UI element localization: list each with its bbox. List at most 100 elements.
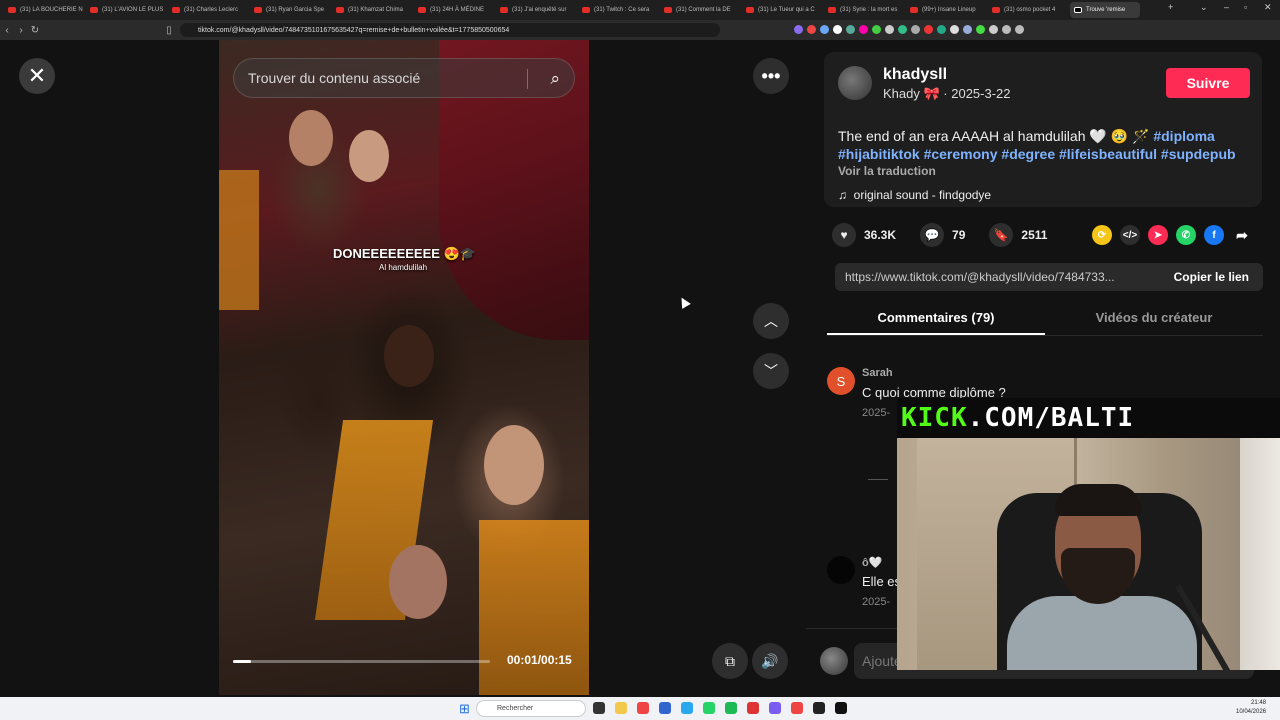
browser-tab[interactable]: (99+) Insane Lineup — [906, 2, 986, 18]
windows-start-icon[interactable]: ⊞ — [459, 701, 470, 717]
url-field[interactable]: tiktok.com/@khadysll/video/7484735101675… — [180, 23, 720, 37]
tab-list-icon[interactable]: ⌄ — [1200, 2, 1208, 13]
extension-icon[interactable] — [833, 25, 842, 34]
reload-icon[interactable]: ↻ — [28, 25, 42, 36]
extension-icon[interactable] — [911, 25, 920, 34]
window-close-button[interactable]: ✕ — [1264, 2, 1272, 13]
repost-icon[interactable]: ⟳ — [1092, 225, 1112, 245]
heart-icon[interactable]: ♥ — [832, 223, 856, 247]
close-icon[interactable]: ✕ — [19, 58, 55, 94]
extension-icon[interactable] — [963, 25, 972, 34]
browser-tab[interactable]: Trouve 'remise — [1070, 2, 1140, 18]
extension-icon[interactable] — [989, 25, 998, 34]
share-arrow-icon[interactable]: ➦ — [1232, 225, 1252, 245]
extension-icon[interactable] — [820, 25, 829, 34]
video-player[interactable] — [219, 40, 589, 695]
comment-avatar[interactable]: S — [827, 367, 855, 395]
extension-icon[interactable] — [898, 25, 907, 34]
app-icon[interactable] — [747, 702, 759, 714]
extension-icon[interactable] — [885, 25, 894, 34]
os-taskbar: ⊞ Rechercher 21:48 10/04/2026 — [0, 697, 1280, 720]
browser-tab[interactable]: (31) Syrie : la mort es — [824, 2, 904, 18]
send-icon[interactable]: ➤ — [1148, 225, 1168, 245]
comment-icon[interactable]: 💬 — [920, 223, 945, 247]
app-icon[interactable] — [659, 702, 671, 714]
comment-author[interactable]: Sarah — [862, 367, 893, 379]
browser-tab[interactable]: (31) osmo pocket 4 — [988, 2, 1068, 18]
tab-label: (31) Le Tueur qui a C — [758, 7, 815, 13]
spotify-icon[interactable] — [725, 702, 737, 714]
tab-creator-videos[interactable]: Vidéos du créateur — [1045, 302, 1263, 335]
extension-icon[interactable] — [1002, 25, 1011, 34]
webcam-person-body — [1007, 596, 1197, 670]
whatsapp-icon[interactable] — [703, 702, 715, 714]
chevron-up-icon[interactable]: ︿ — [753, 303, 789, 339]
taskbar-search[interactable]: Rechercher — [476, 700, 586, 717]
browser-tab[interactable]: (31) Khamzat Chima — [332, 2, 412, 18]
hashtag-link[interactable]: #lifeisbeautiful — [1059, 146, 1157, 162]
hashtag-link[interactable]: #diploma — [1153, 128, 1214, 144]
brave-icon[interactable] — [637, 702, 649, 714]
browser-tab[interactable]: (31) 24H À MÉDINE — [414, 2, 494, 18]
browser-tab[interactable]: (31) J'ai enquêté sur — [496, 2, 576, 18]
app-icon[interactable] — [791, 702, 803, 714]
hashtag-link[interactable]: #ceremony — [924, 146, 998, 162]
task-view-icon[interactable] — [593, 702, 605, 714]
telegram-icon[interactable] — [681, 702, 693, 714]
follow-button[interactable]: Suivre — [1166, 68, 1250, 98]
extension-icon[interactable] — [924, 25, 933, 34]
chevron-down-icon[interactable]: ﹀ — [753, 353, 789, 389]
comment-author[interactable]: ô🤍 — [862, 556, 882, 569]
new-tab-button[interactable]: + — [1168, 2, 1173, 12]
browser-tab[interactable]: (31) Le Tueur qui a C — [742, 2, 822, 18]
back-icon[interactable]: ‹ — [0, 25, 14, 36]
extension-icon[interactable] — [950, 25, 959, 34]
facebook-icon[interactable]: f — [1204, 225, 1224, 245]
video-progress-bar[interactable] — [233, 660, 490, 663]
forward-icon[interactable]: › — [14, 25, 28, 36]
notion-icon[interactable] — [813, 702, 825, 714]
browser-tab[interactable]: (31) Charles Leclerc — [168, 2, 248, 18]
browser-tab[interactable]: (31) Comment la DE — [660, 2, 740, 18]
picture-in-picture-icon[interactable]: ⧉ — [712, 643, 748, 679]
username[interactable]: khadysll — [883, 66, 947, 84]
comment-avatar[interactable] — [827, 556, 855, 584]
avatar[interactable] — [838, 66, 872, 100]
system-clock[interactable]: 21:48 10/04/2026 — [1236, 699, 1266, 717]
extension-icon[interactable] — [872, 25, 881, 34]
browser-tab[interactable]: (31) Ryan Garcia Spe — [250, 2, 330, 18]
minimize-button[interactable]: – — [1224, 2, 1229, 12]
extension-icon[interactable] — [846, 25, 855, 34]
bookmark-icon[interactable]: ▯ — [162, 25, 176, 36]
app-icon[interactable] — [835, 702, 847, 714]
extension-icon[interactable] — [937, 25, 946, 34]
browser-tab[interactable]: (31) L'AVION LE PLUS — [86, 2, 166, 18]
sound-link[interactable]: ♫ original sound - findgodye — [838, 188, 991, 202]
search-icon[interactable]: ⌕ — [550, 69, 560, 89]
volume-icon[interactable]: 🔊 — [752, 643, 788, 679]
search-input[interactable]: Trouver du contenu associé — [248, 70, 420, 86]
extension-icon[interactable] — [1015, 25, 1024, 34]
tab-comments[interactable]: Commentaires (79) — [827, 302, 1045, 335]
hashtag-link[interactable]: #hijabitiktok — [838, 146, 920, 162]
whatsapp-icon[interactable]: ✆ — [1176, 225, 1196, 245]
embed-icon[interactable]: </> — [1120, 225, 1140, 245]
browser-tab[interactable]: (31) LA BOUCHERIE N — [4, 2, 84, 18]
app-icon[interactable] — [769, 702, 781, 714]
extension-icon[interactable] — [976, 25, 985, 34]
extension-icon[interactable] — [794, 25, 803, 34]
extension-icon[interactable] — [859, 25, 868, 34]
more-options-icon[interactable]: ••• — [753, 58, 789, 94]
hashtag-link[interactable]: #degree — [1001, 146, 1055, 162]
bookmark-icon[interactable]: 🔖 — [989, 223, 1014, 247]
copy-link-button[interactable]: Copier le lien — [1174, 270, 1263, 284]
file-explorer-icon[interactable] — [615, 702, 627, 714]
hashtag-link[interactable]: #supdepub — [1161, 146, 1236, 162]
share-link-url[interactable]: https://www.tiktok.com/@khadysll/video/7… — [835, 270, 1145, 284]
browser-tab[interactable]: (31) Twitch : Ce sera — [578, 2, 658, 18]
extension-icon[interactable] — [807, 25, 816, 34]
related-content-search[interactable]: Trouver du contenu associé ⌕ — [233, 58, 575, 98]
maximize-button[interactable]: ▫ — [1244, 2, 1247, 12]
translate-link[interactable]: Voir la traduction — [838, 164, 936, 178]
like-count: 36.3K — [864, 228, 897, 242]
